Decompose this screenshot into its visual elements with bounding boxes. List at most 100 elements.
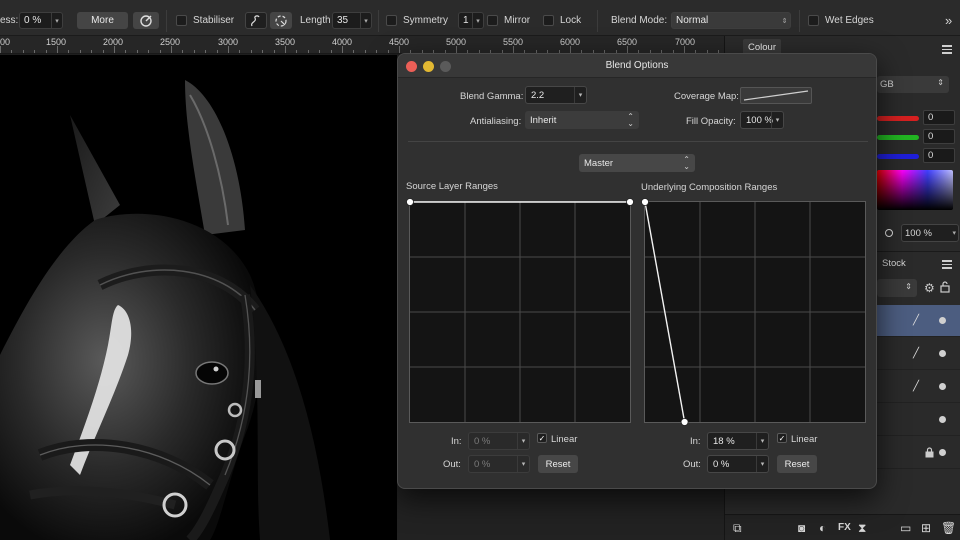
ruler-tick xyxy=(274,50,275,53)
underlying-range-graph[interactable] xyxy=(641,198,866,426)
ruler-tick xyxy=(684,46,685,53)
channel-select[interactable]: Master ⌃ ⌄ xyxy=(579,154,695,172)
antialiasing-select[interactable]: Inherit ⌃ ⌄ xyxy=(525,111,639,129)
ruler-tick xyxy=(0,46,1,53)
source-range-curve[interactable] xyxy=(406,198,634,422)
ruler-tick xyxy=(182,50,183,53)
lock-icon xyxy=(925,447,934,458)
underlying-linear-checkbox[interactable]: ✓ xyxy=(777,433,787,443)
antialiasing-value: Inherit xyxy=(530,114,557,126)
ruler-tick xyxy=(194,50,195,53)
overflow-chevron-icon[interactable]: » xyxy=(945,12,952,29)
layer-row[interactable]: ╱ xyxy=(877,338,960,370)
panel-opacity-value: 100 % xyxy=(905,227,932,239)
visibility-dot-icon[interactable] xyxy=(939,350,946,357)
visibility-dot-icon[interactable] xyxy=(939,416,946,423)
toolbar-divider xyxy=(378,10,379,32)
ruler-label: 7000 xyxy=(675,37,696,47)
dialog-title: Blend Options xyxy=(605,60,669,71)
ruler-tick xyxy=(23,50,24,53)
source-range-graph[interactable] xyxy=(406,198,634,423)
visibility-dot-icon[interactable] xyxy=(939,449,946,456)
source-reset-button[interactable]: Reset xyxy=(538,455,578,473)
blue-slider[interactable] xyxy=(877,154,919,159)
panel-menu-icon[interactable] xyxy=(942,43,952,56)
layer-row[interactable]: ╱ xyxy=(877,305,960,337)
length-field[interactable]: 35 ▾ xyxy=(332,12,372,29)
window-mode-icon[interactable] xyxy=(270,12,292,29)
live-filter-icon[interactable]: ⧗ xyxy=(858,521,866,536)
curve-handle[interactable] xyxy=(406,198,414,206)
mask-icon[interactable]: ◙ xyxy=(798,521,805,535)
symmetry-checkbox[interactable] xyxy=(386,15,397,26)
fx-icon[interactable]: FX xyxy=(838,522,851,533)
chevron-down-icon: ▾ xyxy=(51,13,62,28)
layer-row[interactable]: ╱ xyxy=(877,371,960,403)
fill-opacity-field[interactable]: 100 % ▾ xyxy=(740,111,784,129)
underlying-range-curve[interactable] xyxy=(641,198,865,426)
ruler-tick xyxy=(125,50,126,53)
source-in-value: 0 % xyxy=(474,435,491,447)
ruler-tick xyxy=(456,46,457,53)
dialog-titlebar[interactable]: Blend Options xyxy=(398,54,876,78)
trash-icon[interactable]: 🗑 xyxy=(941,521,956,535)
red-slider[interactable] xyxy=(877,116,919,121)
underlying-out-field[interactable]: 0 % ▾ xyxy=(707,455,769,473)
curve-handle[interactable] xyxy=(626,198,634,206)
chevron-down-icon: ▾ xyxy=(360,13,371,28)
layers-bottom-toolbar: ⧉ ◙ ◐ FX ⧗ ▭ ⊞ 🗑 xyxy=(725,514,960,540)
underlying-linear-label: Linear xyxy=(791,434,818,445)
opacity-field[interactable]: 0 % ▾ xyxy=(19,12,63,29)
symmetry-field[interactable]: 1 ▾ xyxy=(458,12,484,29)
horse-image xyxy=(0,55,397,540)
ruler-tick xyxy=(217,50,218,53)
red-value[interactable]: 0 xyxy=(923,110,955,125)
blend-gamma-field[interactable]: 2.2 ▾ xyxy=(525,86,587,104)
lock-icon[interactable] xyxy=(940,281,950,293)
layer-row[interactable] xyxy=(877,437,960,469)
panel-opacity-field[interactable]: 100 % ▾ xyxy=(901,224,959,242)
blend-options-dialog: Blend Options Blend Gamma: 2.2 ▾ Coverag… xyxy=(397,53,877,489)
force-pressure-icon[interactable] xyxy=(133,12,159,29)
ruler-tick xyxy=(171,46,172,53)
group-folder-icon[interactable]: ▭ xyxy=(900,521,911,535)
source-linear-checkbox[interactable]: ✓ xyxy=(537,433,547,443)
coverage-map-label: Coverage Map: xyxy=(674,91,739,102)
color-model-select[interactable]: GB ⇕ xyxy=(877,76,949,93)
layer-row[interactable] xyxy=(877,404,960,436)
panel-menu-icon[interactable] xyxy=(942,258,952,271)
green-slider[interactable] xyxy=(877,135,919,140)
blend-mode-select[interactable]: Normal ⇕ xyxy=(671,12,791,29)
ruler-tick xyxy=(148,50,149,53)
gear-icon[interactable]: ⚙ xyxy=(924,281,935,295)
tab-stock[interactable]: Stock xyxy=(882,258,906,269)
color-spectrum[interactable] xyxy=(877,170,953,210)
curve-handle[interactable] xyxy=(641,198,649,206)
add-pixel-layer-icon[interactable]: ⊞ xyxy=(921,521,931,535)
chevron-updown-icon: ⇕ xyxy=(781,17,788,25)
blue-value[interactable]: 0 xyxy=(923,148,955,163)
stabiliser-checkbox[interactable] xyxy=(176,15,187,26)
layer-options-icon[interactable]: ⧉ xyxy=(733,521,742,536)
underlying-reset-button[interactable]: Reset xyxy=(777,455,817,473)
mirror-checkbox[interactable] xyxy=(487,15,498,26)
blend-mode-dropdown[interactable]: ⇕ xyxy=(877,279,917,297)
horse-photo xyxy=(0,55,397,540)
visibility-dot-icon[interactable] xyxy=(939,317,946,324)
wet-edges-checkbox[interactable] xyxy=(808,15,819,26)
ruler-tick xyxy=(308,50,309,53)
rope-mode-icon[interactable] xyxy=(245,12,267,29)
green-value[interactable]: 0 xyxy=(923,129,955,144)
visibility-dot-icon[interactable] xyxy=(939,383,946,390)
source-ranges-title: Source Layer Ranges xyxy=(406,181,498,192)
toolbar-divider xyxy=(799,10,800,32)
ruler-tick xyxy=(34,50,35,53)
underlying-in-field[interactable]: 18 % ▾ xyxy=(707,432,769,450)
ruler-tick xyxy=(46,50,47,53)
adjustment-icon[interactable]: ◐ xyxy=(819,521,826,535)
curve-handle[interactable] xyxy=(680,418,689,426)
coverage-map-button[interactable] xyxy=(740,87,812,104)
ruler-tick xyxy=(285,46,286,53)
more-button[interactable]: More xyxy=(77,12,128,29)
lock-checkbox[interactable] xyxy=(543,15,554,26)
